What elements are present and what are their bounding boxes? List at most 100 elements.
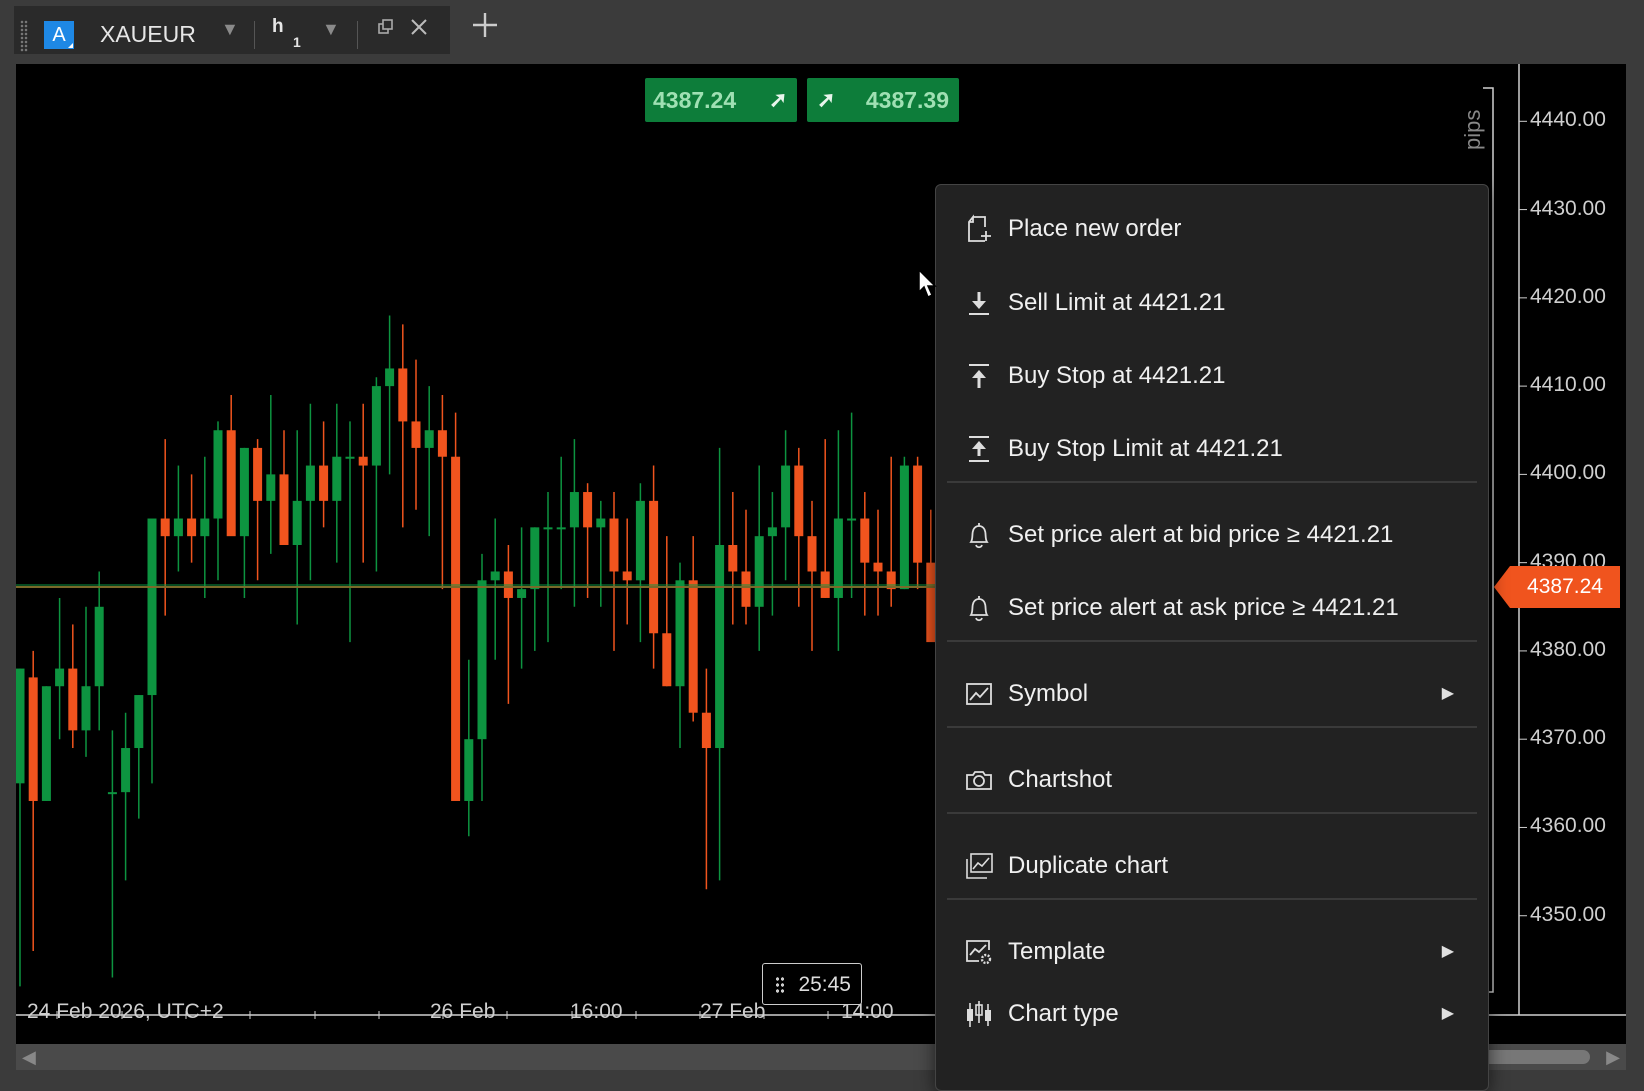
menu-item-duplicate-chart[interactable]: Duplicate chart bbox=[936, 836, 1488, 896]
candle[interactable] bbox=[28, 650, 38, 952]
candle[interactable] bbox=[860, 492, 870, 616]
menu-item-ask-alert[interactable]: Set price alert at ask price ≥ 4421.21 bbox=[936, 578, 1488, 638]
candle[interactable] bbox=[899, 456, 909, 590]
candle[interactable] bbox=[424, 386, 434, 537]
close-icon[interactable] bbox=[408, 16, 430, 43]
timeframe-sub[interactable]: 1 bbox=[293, 34, 301, 50]
candle[interactable] bbox=[292, 430, 302, 625]
candle[interactable] bbox=[173, 465, 183, 572]
x-tick-label: 16:00 bbox=[570, 1000, 623, 1023]
candle[interactable] bbox=[530, 527, 540, 651]
candle[interactable] bbox=[464, 659, 474, 837]
ask-price-box[interactable]: ➚ 4387.39 bbox=[807, 78, 959, 122]
candle[interactable] bbox=[833, 430, 843, 651]
candle[interactable] bbox=[345, 421, 355, 643]
chart-tab[interactable]: A XAUEUR ▼ h 1 ▼ bbox=[14, 6, 450, 54]
candle[interactable] bbox=[477, 553, 487, 801]
candle[interactable] bbox=[728, 492, 738, 625]
menu-item-chartshot[interactable]: Chartshot bbox=[936, 750, 1488, 810]
candle[interactable] bbox=[398, 324, 408, 528]
candle[interactable] bbox=[622, 518, 632, 625]
candle[interactable] bbox=[596, 500, 606, 607]
candle[interactable] bbox=[913, 456, 923, 590]
scroll-right-icon[interactable]: ▶ bbox=[1606, 1047, 1620, 1068]
menu-item-buy-stop-limit[interactable]: Buy Stop Limit at 4421.21 bbox=[936, 419, 1488, 479]
candle[interactable] bbox=[41, 686, 51, 801]
candle[interactable] bbox=[437, 394, 447, 590]
menu-item-sell-limit[interactable]: Sell Limit at 4421.21 bbox=[936, 273, 1488, 333]
add-tab-icon[interactable] bbox=[470, 10, 500, 49]
candle[interactable] bbox=[305, 403, 315, 581]
candle[interactable] bbox=[160, 439, 170, 616]
detach-window-icon[interactable] bbox=[376, 17, 396, 42]
candle[interactable] bbox=[121, 712, 131, 881]
timeframe-label[interactable]: h bbox=[272, 16, 284, 38]
candle[interactable] bbox=[701, 668, 711, 890]
candle[interactable] bbox=[371, 377, 381, 572]
candle[interactable] bbox=[81, 606, 91, 757]
candle[interactable] bbox=[807, 500, 817, 651]
candle[interactable] bbox=[266, 394, 276, 554]
symbol-dropdown-icon[interactable]: ▼ bbox=[221, 19, 239, 40]
candle[interactable] bbox=[926, 509, 936, 643]
candle[interactable] bbox=[253, 439, 263, 581]
menu-item-symbol[interactable]: Symbol ▶ bbox=[936, 664, 1488, 724]
scroll-left-icon[interactable]: ◀ bbox=[22, 1047, 36, 1068]
candle[interactable] bbox=[16, 668, 25, 987]
candle[interactable] bbox=[147, 518, 157, 784]
timeframe-dropdown-icon[interactable]: ▼ bbox=[322, 19, 340, 40]
candle[interactable] bbox=[279, 430, 289, 545]
candle[interactable] bbox=[543, 492, 553, 643]
candle[interactable] bbox=[385, 315, 395, 475]
candle[interactable] bbox=[820, 439, 830, 598]
candle[interactable] bbox=[649, 465, 659, 669]
symbol-badge[interactable]: A bbox=[44, 21, 74, 49]
candle[interactable] bbox=[358, 403, 368, 563]
drag-handle-icon[interactable] bbox=[20, 20, 28, 52]
candle[interactable] bbox=[675, 562, 685, 749]
candle[interactable] bbox=[662, 536, 672, 687]
candle[interactable] bbox=[688, 536, 698, 722]
candle-timer[interactable]: 25:45 bbox=[762, 963, 862, 1005]
candle[interactable] bbox=[767, 492, 777, 616]
scrollbar-thumb[interactable] bbox=[1480, 1050, 1590, 1064]
candle[interactable] bbox=[213, 421, 223, 581]
candle[interactable] bbox=[794, 447, 804, 607]
candle[interactable] bbox=[569, 439, 579, 607]
candle[interactable] bbox=[226, 394, 236, 537]
menu-item-place-new-order[interactable]: Place new order bbox=[936, 199, 1488, 259]
candle[interactable] bbox=[715, 447, 725, 881]
drag-handle-icon[interactable] bbox=[775, 976, 785, 994]
candle[interactable] bbox=[609, 492, 619, 651]
candle[interactable] bbox=[556, 456, 566, 590]
candle[interactable] bbox=[55, 597, 65, 740]
candle[interactable] bbox=[503, 545, 513, 704]
candle[interactable] bbox=[741, 509, 751, 625]
candle[interactable] bbox=[635, 483, 645, 643]
candle[interactable] bbox=[781, 430, 791, 581]
menu-item-template[interactable]: Template ▶ bbox=[936, 922, 1488, 982]
candle[interactable] bbox=[134, 695, 144, 819]
bid-price-box[interactable]: 4387.24 ➚ bbox=[645, 78, 797, 122]
symbol-name[interactable]: XAUEUR bbox=[100, 21, 196, 48]
candle[interactable] bbox=[200, 456, 210, 598]
candle[interactable] bbox=[239, 447, 249, 598]
candle[interactable] bbox=[332, 403, 342, 563]
candle[interactable] bbox=[583, 483, 593, 598]
candle[interactable] bbox=[873, 509, 883, 616]
candle[interactable] bbox=[517, 527, 527, 669]
candle[interactable] bbox=[187, 474, 197, 563]
menu-item-bid-alert[interactable]: Set price alert at bid price ≥ 4421.21 bbox=[936, 505, 1488, 565]
candle[interactable] bbox=[107, 730, 117, 978]
candle[interactable] bbox=[68, 624, 78, 749]
candle[interactable] bbox=[754, 465, 764, 651]
candle[interactable] bbox=[847, 412, 857, 598]
candle[interactable] bbox=[886, 456, 896, 607]
candle[interactable] bbox=[490, 518, 500, 660]
menu-item-buy-stop[interactable]: Buy Stop at 4421.21 bbox=[936, 346, 1488, 406]
candle[interactable] bbox=[319, 421, 329, 528]
candle[interactable] bbox=[451, 412, 461, 801]
candle[interactable] bbox=[94, 571, 104, 731]
candle[interactable] bbox=[411, 359, 421, 510]
menu-item-chart-type[interactable]: Chart type ▶ bbox=[936, 984, 1488, 1044]
